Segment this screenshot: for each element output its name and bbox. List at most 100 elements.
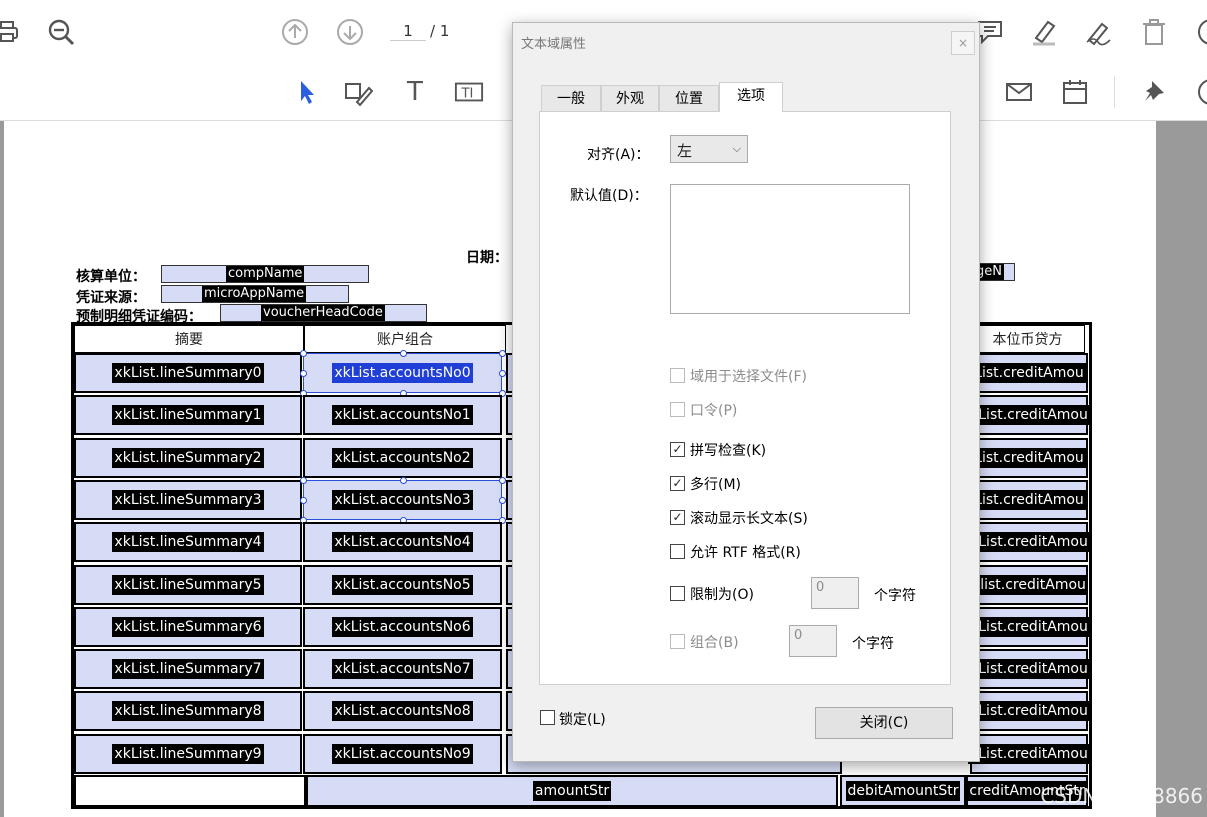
tab-options[interactable]: 选项 <box>719 82 783 112</box>
summary-field-7[interactable]: xkList.lineSummary7 <box>74 649 302 689</box>
option-checkbox-0[interactable] <box>670 368 685 383</box>
account-field-4[interactable]: xkList.accountsNo4 <box>303 522 502 562</box>
text-tool-icon[interactable]: T <box>400 77 430 107</box>
account-field-1[interactable]: xkList.accountsNo1 <box>303 395 502 435</box>
voucher-head-code-field[interactable]: voucherHeadCode <box>220 304 427 322</box>
dialog-close-x-button[interactable]: × <box>951 31 975 55</box>
account-field-0[interactable]: xkList.accountsNo0 <box>303 353 502 393</box>
resize-handle[interactable] <box>499 477 506 484</box>
lock-label: 锁定(L) <box>559 712 606 728</box>
help-icon[interactable] <box>1190 77 1207 107</box>
account-field-3[interactable]: xkList.accountsNo3 <box>303 480 502 520</box>
close-button[interactable]: 关闭(C) <box>815 707 953 739</box>
micro-app-name-value: microAppName <box>202 286 307 302</box>
credit-field-8[interactable]: kList.creditAmou <box>968 691 1090 731</box>
summary-field-4-value: xkList.lineSummary4 <box>112 532 264 552</box>
calendar-icon[interactable] <box>1060 77 1090 107</box>
page-number-input[interactable]: 1 <box>390 22 426 41</box>
account-field-7[interactable]: xkList.accountsNo7 <box>303 649 502 689</box>
credit-field-6-value: kList.creditAmou <box>968 617 1090 637</box>
edit-form-icon[interactable] <box>343 77 373 107</box>
comb-checkbox[interactable] <box>670 634 685 649</box>
resize-handle[interactable] <box>399 477 407 484</box>
limit-checkbox[interactable] <box>670 586 685 601</box>
lock-checkbox[interactable] <box>540 710 555 725</box>
resize-handle[interactable] <box>300 350 307 357</box>
option-label-5: 允许 RTF 格式(R) <box>690 545 801 561</box>
summary-field-2-value: xkList.lineSummary2 <box>112 448 264 468</box>
resize-handle[interactable] <box>300 370 307 377</box>
pin-icon[interactable] <box>1140 77 1170 107</box>
account-field-7-value: xkList.accountsNo7 <box>332 659 473 679</box>
resize-handle[interactable] <box>300 477 307 484</box>
credit-field-4-value: kList.creditAmou <box>968 532 1090 552</box>
print-icon[interactable] <box>0 17 22 47</box>
summary-field-0[interactable]: xkList.lineSummary0 <box>74 353 302 393</box>
option-checkbox-2[interactable]: ✓ <box>670 442 685 457</box>
summary-field-8[interactable]: xkList.lineSummary8 <box>74 691 302 731</box>
highlight-icon[interactable] <box>1029 17 1059 47</box>
resize-handle[interactable] <box>499 370 506 377</box>
account-field-8[interactable]: xkList.accountsNo8 <box>303 691 502 731</box>
summary-field-6[interactable]: xkList.lineSummary6 <box>74 607 302 647</box>
zoom-out-icon[interactable] <box>46 17 76 47</box>
option-checkbox-1[interactable] <box>670 402 685 417</box>
resize-handle[interactable] <box>300 497 307 504</box>
comb-label: 组合(B) <box>690 635 739 651</box>
debit-total-field[interactable]: debitAmountStr <box>840 775 966 807</box>
credit-field-2[interactable]: List.creditAmou <box>970 438 1088 478</box>
credit-field-0[interactable]: List.creditAmou <box>970 353 1088 393</box>
credit-field-6[interactable]: kList.creditAmou <box>968 607 1090 647</box>
comb-chars-input[interactable]: 0 <box>789 625 837 657</box>
option-checkbox-4[interactable]: ✓ <box>670 510 685 525</box>
credit-field-2-value: List.creditAmou <box>972 448 1086 468</box>
account-field-9[interactable]: xkList.accountsNo9 <box>303 734 502 774</box>
delete-icon[interactable] <box>1139 17 1169 47</box>
mail-icon[interactable] <box>1005 77 1035 107</box>
summary-field-7-value: xkList.lineSummary7 <box>112 659 264 679</box>
resize-handle[interactable] <box>499 350 506 357</box>
credit-field-5[interactable]: klist.creditAmou <box>970 565 1088 605</box>
credit-field-9[interactable]: kList.creditAmou <box>968 734 1090 774</box>
tab-general[interactable]: 一般 <box>541 85 601 111</box>
header-credit: 本位币贷方 <box>970 325 1085 353</box>
summary-field-2[interactable]: xkList.lineSummary2 <box>74 438 302 478</box>
account-field-6[interactable]: xkList.accountsNo6 <box>303 607 502 647</box>
micro-app-name-field[interactable]: microAppName <box>161 285 349 303</box>
align-select[interactable]: 左 ⌵ <box>670 135 748 163</box>
credit-field-3-value: List.creditAmou <box>972 490 1086 510</box>
credit-field-1[interactable]: kList.creditAmou <box>968 395 1090 435</box>
account-field-6-value: xkList.accountsNo6 <box>332 617 473 637</box>
text-field-icon[interactable]: TI <box>454 77 484 107</box>
default-value-textarea[interactable] <box>670 184 910 314</box>
voucher-head-code-value: voucherHeadCode <box>261 305 385 321</box>
prev-page-icon[interactable] <box>280 17 310 47</box>
tab-appearance[interactable]: 外观 <box>601 85 659 111</box>
summary-field-5[interactable]: xkList.lineSummary5 <box>74 565 302 605</box>
summary-field-0-value: xkList.lineSummary0 <box>112 363 264 383</box>
sign-icon[interactable] <box>1083 17 1113 47</box>
option-checkbox-3[interactable]: ✓ <box>670 476 685 491</box>
summary-field-1[interactable]: xkList.lineSummary1 <box>74 395 302 435</box>
summary-field-4[interactable]: xkList.lineSummary4 <box>74 522 302 562</box>
credit-field-7[interactable]: kList.creditAmou <box>968 649 1090 689</box>
resize-handle[interactable] <box>499 497 506 504</box>
comp-name-field[interactable]: compName <box>161 265 369 283</box>
resize-handle[interactable] <box>399 350 407 357</box>
toolbar-divider <box>1114 76 1115 108</box>
comp-name-value: compName <box>226 266 305 282</box>
account-field-2[interactable]: xkList.accountsNo2 <box>303 438 502 478</box>
option-checkbox-5[interactable] <box>670 544 685 559</box>
select-arrow-icon[interactable] <box>291 77 321 107</box>
summary-field-9[interactable]: xkList.lineSummary9 <box>74 734 302 774</box>
limit-chars-input[interactable]: 0 <box>811 577 859 609</box>
summary-field-3[interactable]: xkList.lineSummary3 <box>74 480 302 520</box>
amount-total-field[interactable]: amountStr <box>306 775 838 807</box>
credit-field-8-value: kList.creditAmou <box>968 701 1090 721</box>
credit-field-3[interactable]: List.creditAmou <box>970 480 1088 520</box>
tab-position[interactable]: 位置 <box>659 85 719 111</box>
account-field-5[interactable]: xkList.accountsNo5 <box>303 565 502 605</box>
next-page-icon[interactable] <box>335 17 365 47</box>
more-icon[interactable] <box>1190 17 1207 47</box>
credit-field-4[interactable]: kList.creditAmou <box>968 522 1090 562</box>
